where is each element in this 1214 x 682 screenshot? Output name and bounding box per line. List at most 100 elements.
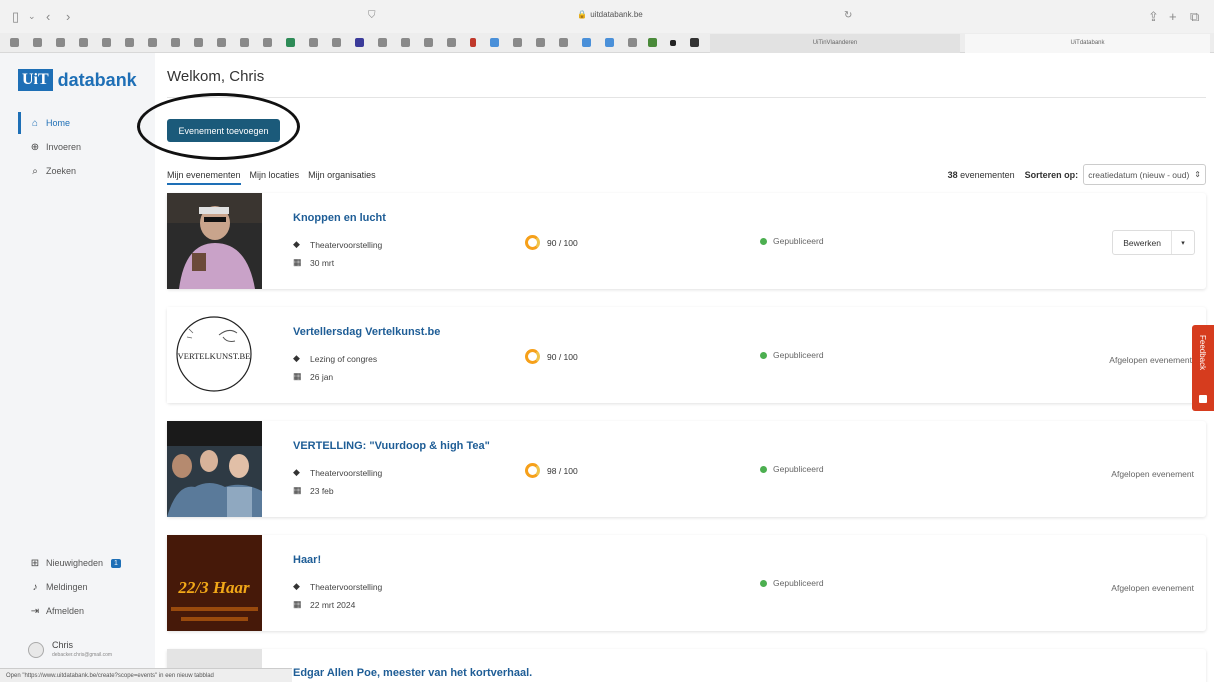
sign-out-icon: ⇥	[30, 605, 40, 617]
event-type: ◆ Theatervoorstelling	[293, 239, 383, 250]
tab-uitdatabank[interactable]: UiTdatabank	[965, 34, 1210, 53]
hand-drawn-circle-annotation	[137, 93, 300, 160]
bookmark-icon[interactable]	[217, 38, 226, 47]
tag-icon: ◆	[293, 239, 300, 249]
chevron-down-icon[interactable]: ▾	[1172, 239, 1194, 247]
edit-button-group: Bewerken ▾	[1112, 230, 1195, 255]
bookmark-icon[interactable]	[355, 38, 364, 47]
bookmark-icon[interactable]	[401, 38, 410, 47]
lock-icon: 🔒	[577, 10, 588, 19]
event-title[interactable]: Vertellersdag Vertelkunst.be	[293, 326, 440, 338]
bookmark-icon[interactable]	[56, 38, 65, 47]
chevron-down-icon[interactable]: ⌄	[28, 11, 36, 22]
calendar-icon: ▦	[293, 371, 302, 381]
bookmark-icon[interactable]	[648, 38, 657, 47]
sidebar-item-afmelden[interactable]: ⇥ Afmelden	[18, 600, 84, 622]
event-title[interactable]: Edgar Allen Poe, meester van het kortver…	[293, 667, 532, 679]
event-thumbnail[interactable]	[167, 421, 262, 517]
sidebar-item-home[interactable]: ⌂ Home	[18, 112, 70, 134]
bookmark-icon[interactable]	[513, 38, 522, 47]
plus-circle-icon: ⊕	[30, 141, 40, 153]
new-tab-icon[interactable]: +	[1169, 9, 1177, 24]
feedback-label: Feedback	[1198, 335, 1207, 371]
sidebar-item-label: Zoeken	[46, 166, 77, 176]
quality-score: 90 / 100	[525, 235, 578, 250]
bookmark-icon[interactable]	[690, 38, 699, 47]
bookmark-icon[interactable]	[559, 38, 568, 47]
sidebar-item-zoeken[interactable]: ⌕ Zoeken	[18, 160, 76, 182]
event-thumbnail[interactable]	[167, 193, 262, 289]
sidebar-item-meldingen[interactable]: ♪ Meldingen	[18, 576, 88, 598]
event-title[interactable]: Haar!	[293, 554, 321, 566]
tabs-overview-icon[interactable]: ⧉	[1190, 9, 1199, 25]
bookmark-icon[interactable]	[490, 38, 499, 47]
bookmark-icon[interactable]	[194, 38, 203, 47]
bookmark-icon[interactable]	[33, 38, 42, 47]
event-type: ◆ Theatervoorstelling	[293, 581, 383, 592]
bookmark-icon[interactable]	[447, 38, 456, 47]
bookmark-icon[interactable]	[628, 38, 637, 47]
select-arrows-icon: ⇕	[1194, 170, 1201, 179]
bookmark-icon[interactable]	[378, 38, 387, 47]
status-dot	[760, 579, 767, 587]
bookmark-icon[interactable]	[582, 38, 591, 47]
user-email: debacker.chris@gmail.com	[52, 652, 113, 658]
shield-icon[interactable]: ⛉	[368, 10, 376, 21]
bookmark-icon[interactable]	[470, 38, 476, 47]
bookmark-icon[interactable]	[605, 38, 614, 47]
bookmark-icon[interactable]	[309, 38, 318, 47]
status-dot	[760, 351, 767, 359]
bookmark-icon[interactable]	[171, 38, 180, 47]
event-title[interactable]: VERTELLING: "Vuurdoop & high Tea"	[293, 440, 490, 452]
sidebar-item-label: Nieuwigheden	[46, 558, 104, 568]
svg-text:VERTELKUNST.BE: VERTELKUNST.BE	[178, 351, 251, 361]
event-title[interactable]: Knoppen en lucht	[293, 212, 386, 224]
tab-mijn-locaties[interactable]: Mijn locaties	[250, 170, 300, 185]
sidebar-toggle-icon[interactable]: ▯	[12, 9, 19, 25]
bookmark-icon[interactable]	[536, 38, 545, 47]
tab-uitinvlaanderen[interactable]: UiTinVlaanderen	[710, 34, 960, 53]
event-count: 38 evenementen	[947, 169, 1015, 180]
bookmark-icon[interactable]	[286, 38, 295, 47]
sidebar-item-nieuwigheden[interactable]: ⊞ Nieuwigheden 1	[18, 552, 121, 574]
link-preview-status: Open "https://www.uitdatabank.be/create?…	[0, 668, 292, 682]
share-icon[interactable]: ⇪	[1148, 9, 1159, 25]
status-badge: Gepubliceerd	[760, 464, 824, 474]
bookmark-icon[interactable]	[240, 38, 249, 47]
bookmark-icon[interactable]	[79, 38, 88, 47]
bookmark-icon[interactable]	[670, 40, 676, 46]
logo[interactable]: UiT databank	[18, 69, 137, 91]
past-event-label: Afgelopen evenement	[1109, 355, 1192, 365]
forward-icon[interactable]: ›	[66, 9, 70, 24]
event-type: ◆ Theatervoorstelling	[293, 467, 383, 478]
bookmark-icon[interactable]	[424, 38, 433, 47]
divider	[167, 97, 1206, 98]
tab-mijn-organisaties[interactable]: Mijn organisaties	[308, 170, 376, 185]
bookmark-icon[interactable]	[10, 38, 19, 47]
bookmark-icon[interactable]	[332, 38, 341, 47]
event-card: Knoppen en lucht ◆ Theatervoorstelling ▦ 3…	[167, 193, 1206, 289]
event-thumbnail[interactable]: VERTELKUNST.BE	[167, 307, 262, 403]
edit-button[interactable]: Bewerken	[1113, 231, 1172, 254]
feedback-tab[interactable]: Feedback	[1192, 325, 1214, 411]
bookmark-icon[interactable]	[125, 38, 134, 47]
sidebar-item-invoeren[interactable]: ⊕ Invoeren	[18, 136, 81, 158]
gauge-icon	[525, 463, 540, 478]
logo-text: databank	[57, 69, 137, 90]
tab-bar: Mijn evenementen Mijn locaties Mijn orga…	[167, 170, 385, 185]
bookmark-icon[interactable]	[263, 38, 272, 47]
sort-select[interactable]: creatiedatum (nieuw - oud) ⇕	[1083, 164, 1206, 185]
bookmark-icon[interactable]	[148, 38, 157, 47]
quality-score: 90 / 100	[525, 349, 578, 364]
feedback-icon	[1199, 395, 1207, 403]
tab-mijn-evenementen[interactable]: Mijn evenementen	[167, 170, 241, 185]
address-bar[interactable]: 🔒 uitdatabank.be	[540, 10, 680, 19]
back-icon[interactable]: ‹	[46, 9, 50, 24]
reload-icon[interactable]: ↻	[844, 10, 852, 21]
calendar-icon: ▦	[293, 485, 302, 495]
status-dot	[760, 465, 767, 473]
avatar	[28, 642, 44, 658]
bookmark-icon[interactable]	[102, 38, 111, 47]
user-profile[interactable]: Chris debacker.chris@gmail.com	[28, 640, 112, 658]
event-thumbnail[interactable]: 22/3 Haar	[167, 535, 262, 631]
